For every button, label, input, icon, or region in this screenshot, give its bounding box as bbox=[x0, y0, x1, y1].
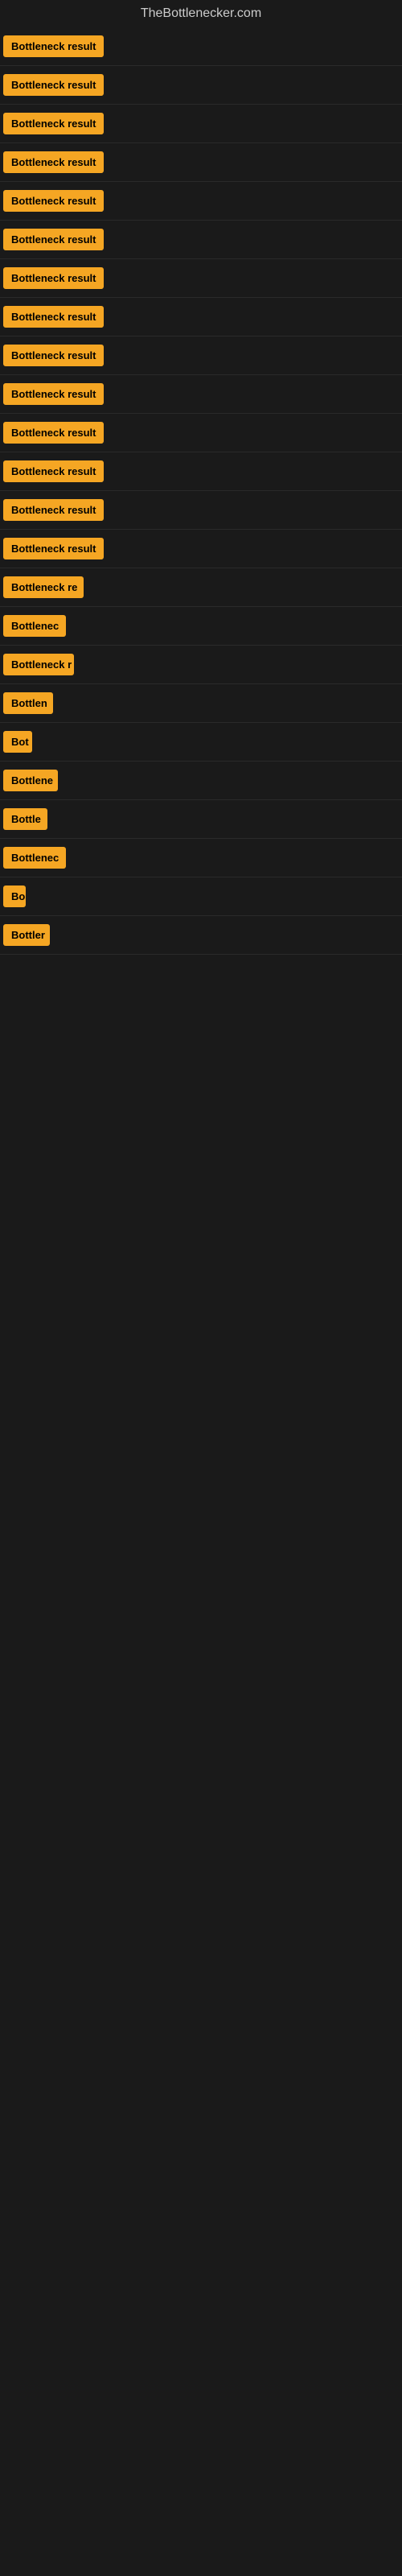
bottleneck-result-label[interactable]: Bottleneck result bbox=[3, 422, 104, 444]
list-item: Bottleneck result bbox=[0, 27, 402, 66]
bottleneck-result-label[interactable]: Bottleneck result bbox=[3, 267, 104, 289]
list-item: Bottleneck result bbox=[0, 105, 402, 143]
bottleneck-result-label[interactable]: Bottleneck result bbox=[3, 229, 104, 250]
bottleneck-result-label[interactable]: Bottlen bbox=[3, 692, 53, 714]
list-item: Bottleneck result bbox=[0, 491, 402, 530]
bottleneck-result-label[interactable]: Bottleneck result bbox=[3, 306, 104, 328]
bottleneck-result-label[interactable]: Bottleneck r bbox=[3, 654, 74, 675]
list-item: Bottleneck result bbox=[0, 66, 402, 105]
list-item: Bot bbox=[0, 723, 402, 762]
list-item: Bottlen bbox=[0, 684, 402, 723]
list-item: Bottleneck result bbox=[0, 336, 402, 375]
bottleneck-result-label[interactable]: Bottlenec bbox=[3, 847, 66, 869]
list-item: Bottlenec bbox=[0, 839, 402, 877]
list-item: Bottler bbox=[0, 916, 402, 955]
list-item: Bottleneck re bbox=[0, 568, 402, 607]
bottleneck-result-label[interactable]: Bottleneck result bbox=[3, 460, 104, 482]
list-item: Bottleneck result bbox=[0, 414, 402, 452]
list-item: Bottleneck result bbox=[0, 182, 402, 221]
list-item: Bottle bbox=[0, 800, 402, 839]
list-item: Bottleneck result bbox=[0, 259, 402, 298]
bottleneck-result-label[interactable]: Bottlenec bbox=[3, 615, 66, 637]
list-item: Bottleneck result bbox=[0, 530, 402, 568]
bottleneck-result-label[interactable]: Bottleneck result bbox=[3, 538, 104, 559]
bottleneck-result-label[interactable]: Bot bbox=[3, 731, 32, 753]
bottleneck-result-label[interactable]: Bottleneck result bbox=[3, 151, 104, 173]
bottleneck-result-label[interactable]: Bottleneck result bbox=[3, 74, 104, 96]
bottleneck-result-label[interactable]: Bottleneck re bbox=[3, 576, 84, 598]
bottleneck-result-label[interactable]: Bottler bbox=[3, 924, 50, 946]
bottleneck-result-label[interactable]: Bottleneck result bbox=[3, 383, 104, 405]
list-item: Bottleneck result bbox=[0, 375, 402, 414]
list-item: Bottleneck result bbox=[0, 221, 402, 259]
bottleneck-result-label[interactable]: Bottleneck result bbox=[3, 113, 104, 134]
bottleneck-result-label[interactable]: Bottleneck result bbox=[3, 345, 104, 366]
bottleneck-result-label[interactable]: Bottleneck result bbox=[3, 35, 104, 57]
list-item: Bottlenec bbox=[0, 607, 402, 646]
bottleneck-result-label[interactable]: Bottlene bbox=[3, 770, 58, 791]
list-item: Bottleneck result bbox=[0, 452, 402, 491]
list-item: Bottleneck r bbox=[0, 646, 402, 684]
bottleneck-result-label[interactable]: Bottleneck result bbox=[3, 499, 104, 521]
list-item: Bo bbox=[0, 877, 402, 916]
bottleneck-result-label[interactable]: Bottleneck result bbox=[3, 190, 104, 212]
list-item: Bottleneck result bbox=[0, 143, 402, 182]
list-item: Bottleneck result bbox=[0, 298, 402, 336]
bottleneck-result-label[interactable]: Bo bbox=[3, 886, 26, 907]
list-item: Bottlene bbox=[0, 762, 402, 800]
bottleneck-result-label[interactable]: Bottle bbox=[3, 808, 47, 830]
site-title: TheBottlenecker.com bbox=[0, 0, 402, 27]
